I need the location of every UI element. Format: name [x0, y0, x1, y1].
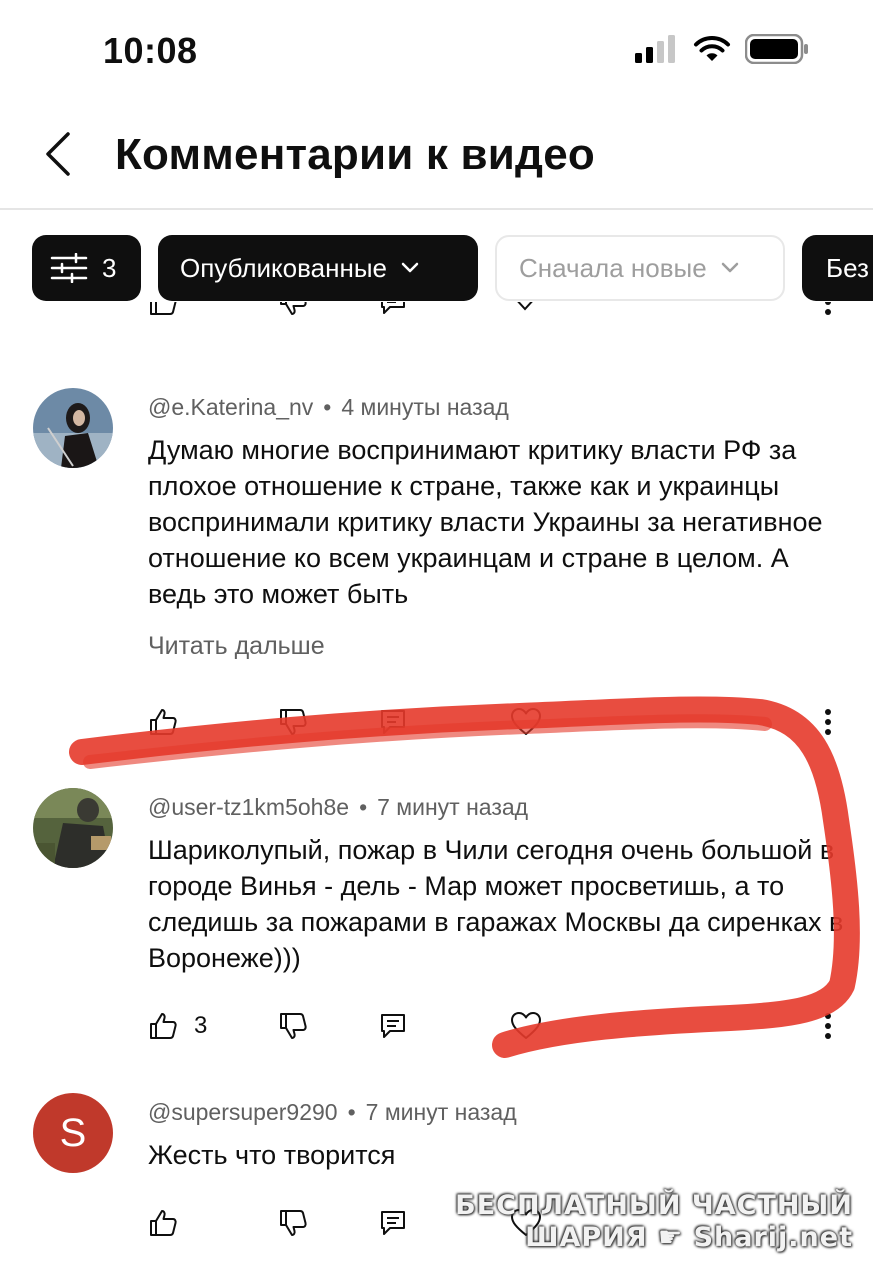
more-vertical-icon [825, 302, 831, 315]
comment-author[interactable]: @e.Katerina_nv [148, 394, 313, 420]
sort-label: Сначала новые [519, 252, 707, 283]
like-button[interactable] [148, 702, 178, 742]
avatar[interactable] [33, 388, 113, 468]
comment-time: 4 минуты назад [341, 394, 509, 420]
status-icons [635, 34, 809, 64]
thumbs-down-icon [280, 1013, 307, 1039]
thumbs-down-icon [280, 302, 307, 315]
battery-icon [745, 34, 808, 64]
reply-icon [381, 710, 405, 734]
comment-author[interactable]: @user-tz1km5oh8e [148, 794, 349, 820]
watermark-line2: ШАРИЯ ☛ Sharij.net [525, 1222, 853, 1253]
sliders-icon [50, 253, 88, 283]
watermark-line1: БЕСПЛАТНЫЙ ЧАСТНЫЙ [455, 1190, 853, 1221]
like-button[interactable]: 3 [148, 1006, 207, 1046]
more-button[interactable] [824, 302, 832, 322]
comment-text: Думаю многие воспринимают критику власти… [148, 435, 823, 609]
heart-button[interactable] [510, 1006, 542, 1046]
comment-text: Жесть что творится [148, 1140, 396, 1170]
filter-settings-button[interactable]: 3 [32, 235, 141, 301]
back-button[interactable] [38, 128, 78, 180]
chevron-down-icon [401, 262, 419, 273]
thumbs-down-icon [280, 709, 307, 735]
sort-dropdown[interactable]: Сначала новые [495, 235, 785, 301]
previous-comment-actions [0, 302, 873, 340]
avatar[interactable] [33, 788, 113, 868]
status-time: 10:08 [103, 30, 198, 71]
comment-meta: @e.Katerina_nv • 4 минуты назад [148, 394, 509, 420]
more-vertical-icon [825, 1013, 831, 1039]
comment-meta: @supersuper9290 • 7 минут назад [148, 1099, 517, 1125]
thumbs-up-icon [150, 709, 177, 735]
heart-icon [511, 708, 541, 735]
reply-button[interactable] [378, 702, 408, 742]
comment-author[interactable]: @supersuper9290 [148, 1099, 338, 1125]
avatar[interactable]: S [33, 1093, 113, 1173]
wifi-icon [694, 36, 730, 61]
thumbs-up-icon [150, 1013, 177, 1039]
more-button[interactable] [824, 702, 832, 742]
reply-icon [381, 1014, 405, 1038]
heart-button[interactable] [510, 302, 540, 322]
heart-button[interactable] [510, 702, 542, 742]
like-count: 3 [194, 1012, 208, 1039]
unanswered-label: Без [826, 252, 869, 283]
comment-text: Шариколупый, пожар в Чили сегодня очень … [148, 835, 844, 973]
more-button[interactable] [824, 1006, 832, 1046]
chevron-down-icon [517, 302, 533, 311]
read-more-link[interactable]: Читать дальше [148, 632, 325, 661]
status-bar: 10:08 [0, 0, 873, 100]
like-button[interactable] [148, 302, 178, 322]
comment-time: 7 минут назад [365, 1099, 517, 1125]
reply-icon [381, 1211, 405, 1235]
published-dropdown[interactable]: Опубликованные [158, 235, 478, 301]
comment-actions: 3 [148, 1006, 848, 1046]
comment-time: 7 минут назад [377, 794, 529, 820]
dislike-button[interactable] [278, 1006, 308, 1046]
watermark: БЕСПЛАТНЫЙ ЧАСТНЫЙ ШАРИЯ ☛ Sharij.net [455, 1190, 853, 1254]
reply-button[interactable] [378, 302, 408, 322]
dislike-button[interactable] [278, 702, 308, 742]
chevron-down-icon [721, 262, 738, 273]
filter-count: 3 [102, 252, 117, 283]
thumbs-up-icon [150, 1210, 177, 1236]
header: Комментарии к видео [0, 100, 873, 210]
reply-button[interactable] [378, 1006, 408, 1046]
chevron-left-icon [46, 132, 70, 176]
like-button[interactable] [148, 1203, 178, 1243]
dislike-button[interactable] [278, 302, 308, 322]
filter-chips: 3 Опубликованные Сначала новые Без [32, 235, 873, 301]
heart-icon [511, 1012, 541, 1039]
comment-actions [148, 702, 848, 742]
unanswered-filter-chip[interactable]: Без [802, 235, 873, 301]
reply-icon [381, 302, 405, 314]
thumbs-up-icon [150, 302, 177, 315]
comment-meta: @user-tz1km5oh8e • 7 минут назад [148, 794, 529, 820]
cellular-signal-icon [635, 35, 675, 63]
reply-button[interactable] [378, 1203, 408, 1243]
thumbs-down-icon [280, 1210, 307, 1236]
page-title: Комментарии к видео [115, 130, 595, 179]
dislike-button[interactable] [278, 1203, 308, 1243]
avatar-letter: S [59, 1110, 87, 1155]
published-label: Опубликованные [180, 252, 387, 283]
more-vertical-icon [825, 709, 831, 735]
